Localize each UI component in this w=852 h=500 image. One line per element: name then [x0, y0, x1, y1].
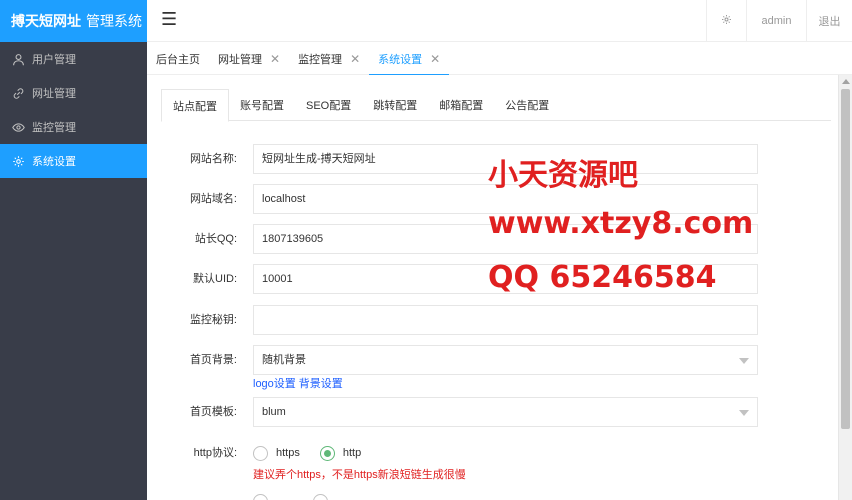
sidebar: 搏天短网址 管理系统 用户管理 网址管理 监控管理 系统设置 [0, 0, 147, 500]
bg-links: logo设置 背景设置 [253, 375, 346, 391]
scroll-thumb[interactable] [841, 89, 850, 429]
radio-https[interactable]: https [253, 445, 300, 461]
user-icon [11, 52, 25, 66]
home-template-select[interactable]: blum [253, 397, 758, 427]
gear-icon [721, 14, 732, 28]
sidebar-item-settings[interactable]: 系统设置 [0, 144, 147, 178]
tab-settings[interactable]: 系统设置 ✕ [369, 43, 450, 76]
form-row-home-bg: 首页背景: 随机背景 [161, 345, 761, 375]
home-template-label: 首页模板: [189, 406, 237, 418]
sidebar-item-label: 用户管理 [32, 54, 76, 66]
http-label: http协议: [193, 447, 237, 459]
tab-home[interactable]: 后台主页 [147, 43, 209, 75]
radio-label: http [342, 447, 362, 459]
close-icon[interactable]: ✕ [270, 52, 280, 66]
form-row-home-template: 首页模板: blum [161, 397, 761, 427]
radio-circle[interactable] [253, 494, 268, 500]
form-row-site-name: 网站名称: 短网址生成-搏天短网址 [161, 144, 761, 174]
chevron-down-icon [739, 358, 749, 364]
home-template-value: blum [262, 406, 286, 418]
bg-settings-link[interactable]: 背景设置 [299, 378, 343, 390]
sidebar-item-label: 监控管理 [32, 122, 76, 134]
header-actions: admin 退出 [706, 0, 852, 42]
tab-monitor[interactable]: 监控管理 ✕ [289, 43, 369, 75]
subtab-account-config[interactable]: 账号配置 [229, 89, 295, 121]
site-name-label: 网站名称: [189, 153, 237, 165]
tab-label: 后台主页 [156, 54, 200, 66]
home-bg-select[interactable]: 随机背景 [253, 345, 758, 375]
tab-label: 系统设置 [378, 54, 423, 66]
http-hint: 建议弄个https，不是https新浪短链生成很慢 [253, 469, 466, 481]
radio-label: https [276, 447, 300, 459]
tab-urls[interactable]: 网址管理 ✕ [209, 43, 289, 75]
tab-label: 网址管理 [218, 54, 262, 66]
logo-settings-link[interactable]: logo设置 [253, 378, 296, 390]
eye-icon [11, 120, 25, 134]
monitor-key-label: 监控秘钥: [189, 314, 237, 326]
scroll-up-arrow-icon[interactable] [842, 79, 850, 84]
gear-icon [11, 154, 25, 168]
uid-label: 默认UID: [193, 273, 237, 285]
watermark-line-2: www.xtzy8.com [488, 206, 754, 241]
close-icon[interactable]: ✕ [350, 52, 360, 66]
subtab-notice-config[interactable]: 公告配置 [494, 89, 560, 121]
form-row-http: http协议: https http [161, 438, 761, 468]
subtab-seo-config[interactable]: SEO配置 [295, 89, 362, 121]
watermark-line-3: QQ 65246584 [488, 260, 717, 295]
sidebar-item-label: 网址管理 [32, 88, 76, 100]
form-row-monitor-key: 监控秘钥: [161, 305, 761, 335]
top-header: ☰ admin 退出 [147, 0, 852, 42]
content-scrollbar[interactable] [838, 75, 852, 500]
link-icon [11, 86, 25, 100]
home-bg-label: 首页背景: [189, 354, 237, 366]
brand-name: 搏天短网址 [11, 13, 81, 29]
settings-subtabs: 站点配置 账号配置 SEO配置 跳转配置 邮箱配置 公告配置 [161, 89, 831, 122]
sidebar-item-urls[interactable]: 网址管理 [0, 76, 147, 110]
chevron-down-icon [739, 410, 749, 416]
admin-user-menu[interactable]: admin [746, 0, 806, 42]
watermark-line-1: 小天资源吧 [488, 158, 638, 193]
qq-label: 站长QQ: [194, 233, 237, 245]
radio-circle[interactable] [313, 494, 328, 500]
hamburger-icon[interactable]: ☰ [161, 9, 177, 29]
brand-logo[interactable]: 搏天短网址 管理系统 [0, 0, 147, 42]
sidebar-item-monitor[interactable]: 监控管理 [0, 110, 147, 144]
brand-suffix: 管理系统 [86, 13, 142, 29]
sidebar-item-label: 系统设置 [32, 156, 76, 168]
sidebar-item-users[interactable]: 用户管理 [0, 42, 147, 76]
subtab-email-config[interactable]: 邮箱配置 [428, 89, 494, 121]
next-radio-group-partial [253, 494, 373, 500]
subtab-redirect-config[interactable]: 跳转配置 [362, 89, 428, 121]
page-tab-bar: 后台主页 网址管理 ✕ 监控管理 ✕ 系统设置 ✕ [147, 43, 852, 76]
home-bg-value: 随机背景 [262, 354, 306, 366]
monitor-key-input[interactable] [253, 305, 758, 335]
subtab-site-config[interactable]: 站点配置 [161, 89, 229, 122]
logout-button[interactable]: 退出 [806, 0, 852, 42]
radio-circle[interactable] [319, 445, 335, 461]
http-radio-group: https http [253, 438, 381, 468]
radio-circle[interactable] [253, 445, 268, 461]
radio-http[interactable]: http [319, 445, 362, 461]
site-domain-label: 网站域名: [189, 193, 237, 205]
close-icon[interactable]: ✕ [430, 52, 440, 66]
header-settings-button[interactable] [706, 0, 746, 42]
tab-label: 监控管理 [298, 54, 343, 66]
